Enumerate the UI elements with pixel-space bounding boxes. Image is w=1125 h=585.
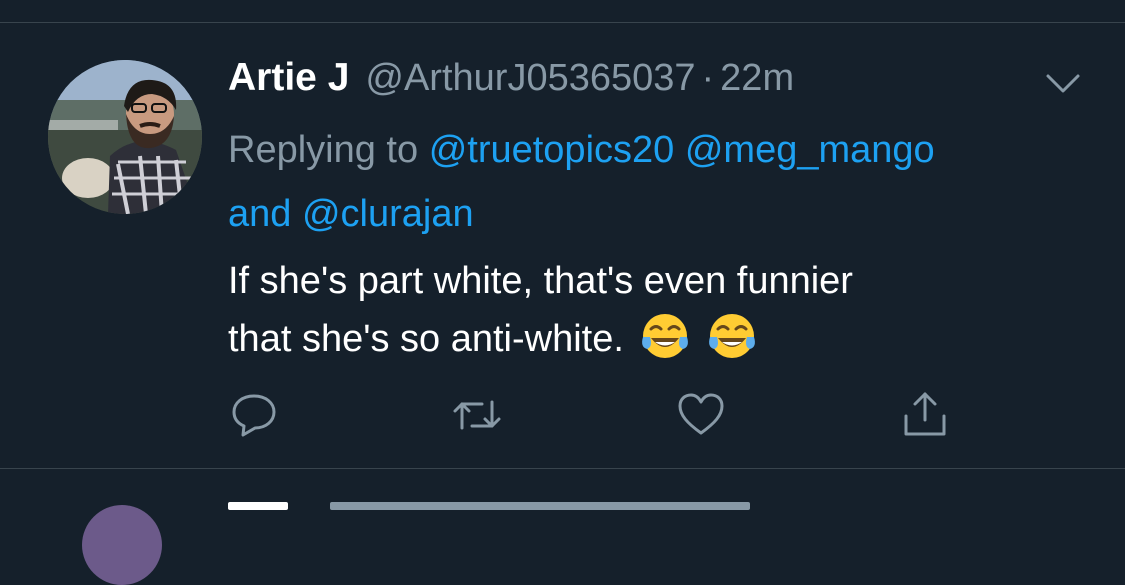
mention-joiner: and xyxy=(228,193,292,235)
speech-bubble-icon xyxy=(232,394,276,437)
tweet-text: If she's part white, that's even funnier… xyxy=(228,252,1108,368)
mention-link[interactable]: @truetopics20 xyxy=(429,129,675,171)
tears-of-joy-emoji-icon xyxy=(709,314,755,358)
replying-label: Replying to xyxy=(228,129,419,171)
share-button[interactable] xyxy=(900,390,950,440)
tears-of-joy-emoji-icon xyxy=(642,314,689,358)
tweet-actions xyxy=(0,390,1125,440)
tweet-text-line: If she's part white, that's even funnier xyxy=(228,260,853,302)
bottom-divider xyxy=(0,468,1125,469)
separator: · xyxy=(701,57,715,99)
like-button[interactable] xyxy=(676,390,726,440)
replying-to: Replying to @truetopics20 @meg_mango and… xyxy=(228,118,1108,246)
tweet-timestamp[interactable]: 22m xyxy=(720,57,794,100)
top-divider xyxy=(0,22,1125,23)
heart-icon xyxy=(678,393,724,435)
next-tweet-name-fragment xyxy=(228,502,288,510)
retweet-arrows-icon xyxy=(453,400,501,430)
tweet-menu-button[interactable] xyxy=(1040,64,1086,104)
avatar[interactable] xyxy=(48,60,202,214)
author-handle[interactable]: @ArthurJ05365037 xyxy=(365,57,695,100)
tweet-header: Artie J @ArthurJ05365037 · 22m xyxy=(228,56,794,106)
tweet-text-line: that she's so anti-white. xyxy=(228,318,624,360)
author-name[interactable]: Artie J xyxy=(228,56,349,100)
reply-button[interactable] xyxy=(229,390,279,440)
chevron-down-icon xyxy=(1046,74,1080,93)
next-tweet-avatar[interactable] xyxy=(82,505,162,585)
mention-link[interactable]: @clurajan xyxy=(302,193,474,235)
mention-link[interactable]: @meg_mango xyxy=(685,129,935,171)
retweet-button[interactable] xyxy=(452,390,502,440)
share-upload-icon xyxy=(904,392,946,436)
next-tweet-handle-fragment xyxy=(330,502,750,510)
avatar-photo xyxy=(48,60,202,214)
